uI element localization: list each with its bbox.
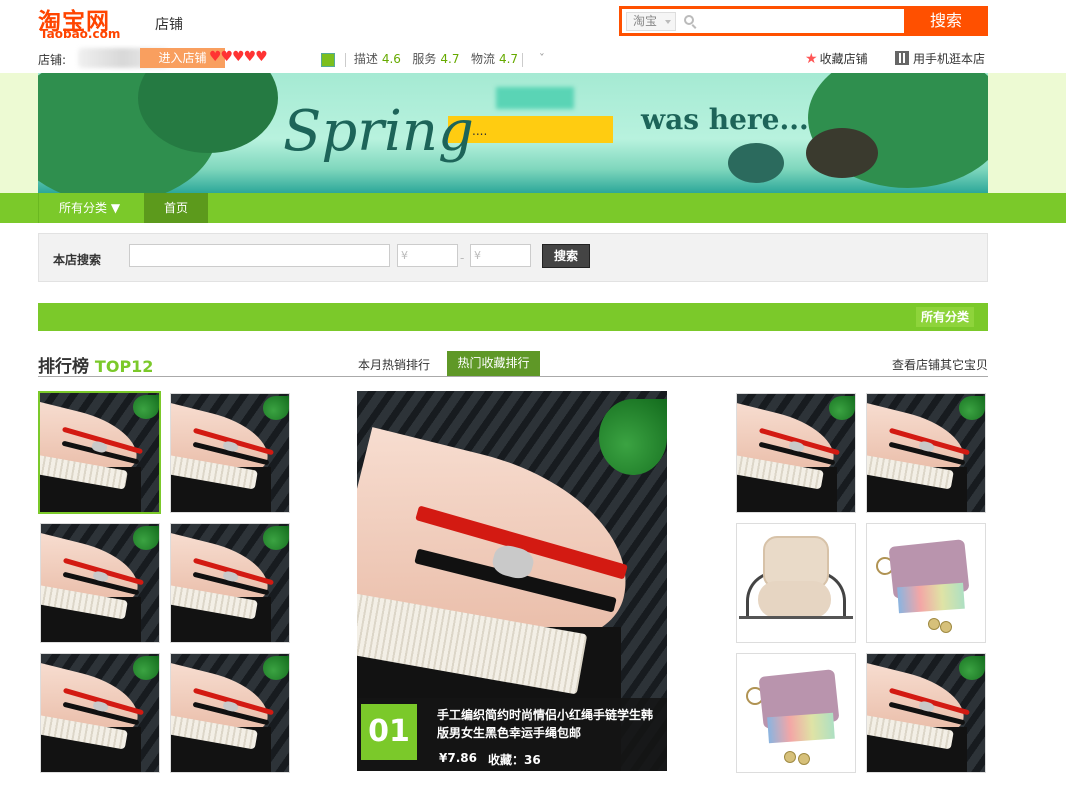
product-thumbnail[interactable] — [866, 393, 986, 513]
duck-illustration — [806, 128, 878, 178]
shop-search-label: 本店搜索 — [53, 253, 102, 267]
shop-label: 店铺 — [155, 17, 183, 33]
nav-all-categories[interactable]: 所有分类 ▼ — [38, 193, 144, 223]
shop-nav: 所有分类 ▼ 首页 — [0, 193, 1066, 223]
product-thumbnail[interactable] — [40, 653, 160, 773]
product-thumbnail[interactable] — [170, 653, 290, 773]
banner-was-here-text: was here... — [641, 103, 809, 136]
category-bar: 所有分类 — [38, 303, 988, 331]
credit-hearts: ♥♥♥♥♥ — [209, 49, 268, 65]
mobile-shop-link[interactable]: 用手机逛本店 — [895, 50, 985, 67]
tab-hot-favorites[interactable]: 热门收藏排行 — [447, 351, 540, 376]
featured-product[interactable]: 01 手工编织简约时尚情侣小红绳手链学生韩版男女生黑色幸运手绳包邮 ¥7.86 … — [357, 391, 667, 771]
tab-month-sales[interactable]: 本月热销排行 — [358, 356, 430, 373]
search-scope-select[interactable]: 淘宝 — [626, 12, 676, 31]
product-thumbnail[interactable] — [170, 523, 290, 643]
shop-info-bar: 店铺: 进入店铺 ♥♥♥♥♥ 描述 4.6 服务 4.7 物流 4.7 ˇ ★ 收藏店铺… — [38, 48, 988, 68]
caret-down-icon — [665, 20, 671, 24]
favorite-shop-label: 收藏店铺 — [819, 52, 868, 66]
view-more-link[interactable]: 查看店铺其它宝贝 — [892, 356, 988, 373]
ranking-title-text: 排行榜 — [38, 357, 89, 377]
product-thumbnail[interactable] — [866, 653, 986, 773]
qr-code-icon — [895, 51, 909, 65]
price-range-dash: - — [460, 251, 465, 265]
rating-badge-icon — [321, 52, 335, 67]
shop-banner[interactable]: .... Spring was here... — [38, 73, 988, 193]
product-thumbnail-wallet[interactable] — [736, 653, 856, 773]
featured-price: ¥7.86 — [439, 751, 477, 765]
nav-home[interactable]: 首页 — [144, 193, 208, 223]
shop-search-button[interactable]: 搜索 — [542, 244, 590, 268]
product-thumbnail-wallet[interactable] — [866, 523, 986, 643]
rating-label: 物流 — [470, 52, 495, 66]
search-scope-label: 淘宝 — [633, 14, 658, 28]
product-thumbnail[interactable] — [170, 393, 290, 513]
rating-value: 4.7 — [498, 52, 519, 66]
rating-value: 4.7 — [440, 52, 460, 66]
banner-blurred-text — [496, 87, 574, 109]
logo-en: Taobao.com — [40, 27, 121, 41]
nav-all-categories-label: 所有分类 — [59, 201, 108, 215]
search-button[interactable]: 搜索 — [904, 6, 988, 36]
featured-caption: 01 手工编织简约时尚情侣小红绳手链学生韩版男女生黑色幸运手绳包邮 ¥7.86 … — [357, 698, 667, 771]
ranking-title: 排行榜 TOP12 — [38, 352, 153, 377]
product-thumbnail[interactable] — [736, 393, 856, 513]
mobile-shop-label: 用手机逛本店 — [913, 52, 986, 66]
rating-label: 描述 — [353, 52, 378, 66]
rating-label: 服务 — [412, 52, 437, 66]
caret-down-icon: ▼ — [110, 201, 121, 215]
rating-value: 4.6 — [381, 52, 401, 66]
product-thumbnail-chair-cushion[interactable] — [736, 523, 856, 643]
shop-search-input[interactable] — [129, 244, 390, 267]
search-icon — [684, 15, 694, 25]
ranking-title-suffix: TOP12 — [94, 357, 154, 376]
featured-title[interactable]: 手工编织简约时尚情侣小红绳手链学生韩版男女生黑色幸运手绳包邮 — [437, 706, 661, 742]
category-all-link[interactable]: 所有分类 — [915, 307, 974, 327]
duck-illustration — [728, 143, 784, 183]
taobao-logo[interactable]: 淘宝网 Taobao.com — [38, 4, 130, 41]
favorite-shop-link[interactable]: ★ 收藏店铺 — [805, 50, 868, 67]
product-thumbnail[interactable] — [38, 391, 161, 514]
star-icon: ★ — [805, 51, 818, 67]
banner-spring-text: Spring — [283, 99, 474, 164]
featured-rank: 01 — [361, 704, 417, 760]
featured-favorites: 收藏：36 — [488, 753, 541, 767]
shop-prefix: 店铺: — [38, 53, 67, 67]
price-max-input[interactable]: ¥ — [470, 244, 531, 267]
ranking-header: 排行榜 TOP12 本月热销排行 热门收藏排行 查看店铺其它宝贝 — [38, 351, 988, 377]
chevron-down-icon[interactable]: ˇ — [539, 52, 545, 66]
price-min-input[interactable]: ¥ — [397, 244, 458, 267]
product-thumbnail[interactable] — [40, 523, 160, 643]
shop-search-box: 本店搜索 ¥ - ¥ 搜索 — [38, 233, 988, 282]
global-search: 淘宝 搜索 — [619, 6, 988, 36]
shop-ratings[interactable]: 描述 4.6 服务 4.7 物流 4.7 ˇ — [321, 50, 545, 67]
